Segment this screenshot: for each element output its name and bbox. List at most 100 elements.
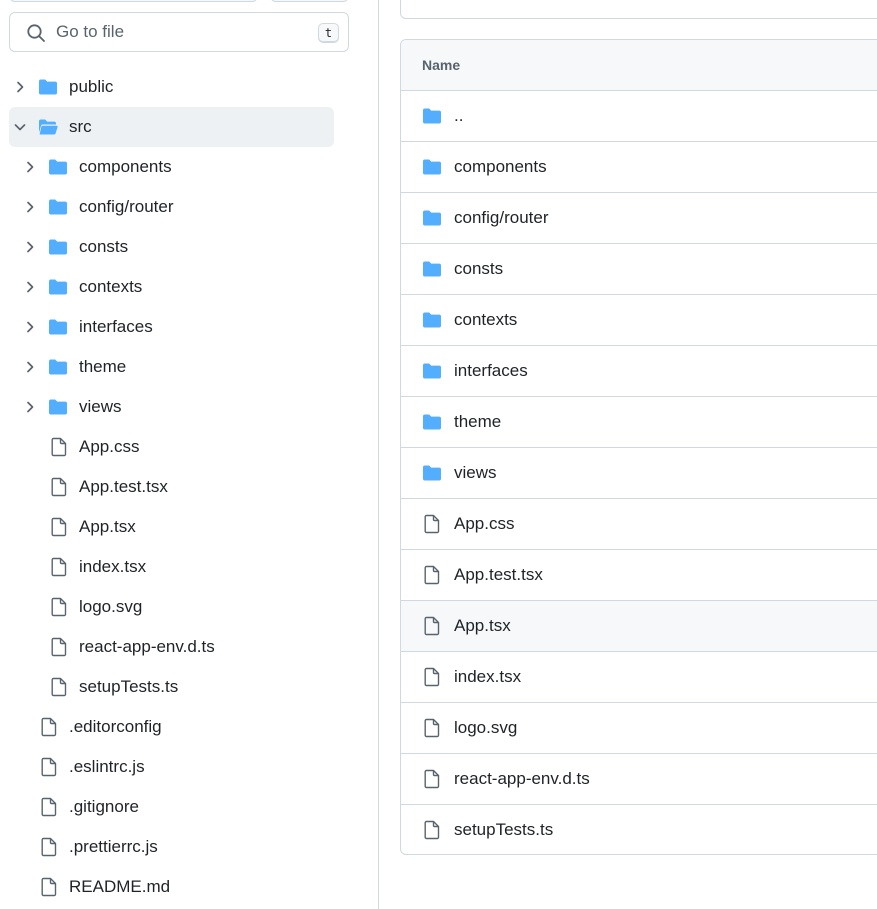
go-to-file-search[interactable]: t — [9, 12, 349, 52]
tree-item[interactable]: config/router — [0, 187, 379, 227]
table-row[interactable]: consts — [401, 244, 877, 295]
tree-item[interactable]: .editorconfig — [0, 707, 379, 747]
tree-item[interactable]: react-app-env.d.ts — [0, 627, 379, 667]
file-name-link[interactable]: config/router — [454, 208, 549, 228]
table-row[interactable]: logo.svg — [401, 703, 877, 754]
file-name-link[interactable]: App.test.tsx — [454, 565, 543, 585]
chevron-down-icon[interactable] — [13, 120, 27, 134]
add-file-button[interactable] — [270, 0, 349, 2]
file-icon — [39, 877, 59, 897]
folder-icon — [48, 277, 68, 297]
file-icon — [39, 837, 59, 857]
file-icon — [422, 769, 442, 789]
table-row[interactable]: views — [401, 448, 877, 499]
go-to-file-input[interactable] — [56, 21, 306, 43]
file-icon — [422, 616, 442, 636]
file-table-header: Name — [401, 40, 877, 91]
chevron-right-icon[interactable] — [13, 80, 27, 94]
table-row[interactable]: contexts — [401, 295, 877, 346]
branch-select-button[interactable] — [9, 0, 258, 2]
chevron-right-icon[interactable] — [23, 280, 37, 294]
file-icon — [422, 718, 442, 738]
tree-item[interactable]: App.tsx — [0, 507, 379, 547]
tree-item-label: interfaces — [79, 317, 153, 336]
folder-icon — [422, 106, 442, 126]
table-row[interactable]: config/router — [401, 193, 877, 244]
file-name-link[interactable]: App.tsx — [454, 616, 511, 636]
folder-icon — [422, 157, 442, 177]
folder-icon — [422, 208, 442, 228]
chevron-right-icon[interactable] — [23, 400, 37, 414]
tree-item-label: logo.svg — [79, 597, 143, 616]
table-row[interactable]: react-app-env.d.ts — [401, 754, 877, 805]
tree-item[interactable]: .eslintrc.js — [0, 747, 379, 787]
chevron-right-icon[interactable] — [23, 160, 37, 174]
tree-item[interactable]: public — [0, 67, 379, 107]
tree-item-label: .editorconfig — [69, 717, 162, 736]
file-name-link[interactable]: interfaces — [454, 361, 528, 381]
table-row[interactable]: interfaces — [401, 346, 877, 397]
tree-item[interactable]: .gitignore — [0, 787, 379, 827]
file-name-link[interactable]: index.tsx — [454, 667, 521, 687]
table-row[interactable]: index.tsx — [401, 652, 877, 703]
tree-item[interactable]: theme — [0, 347, 379, 387]
file-name-link[interactable]: components — [454, 157, 547, 177]
table-row[interactable]: App.tsx — [401, 601, 877, 652]
file-icon — [49, 597, 69, 617]
tree-item[interactable]: views — [0, 387, 379, 427]
folder-icon — [48, 237, 68, 257]
table-row[interactable]: App.test.tsx — [401, 550, 877, 601]
tree-item-label: App.tsx — [79, 517, 136, 536]
file-name-link[interactable]: setupTests.ts — [454, 820, 553, 840]
table-row[interactable]: .. — [401, 91, 877, 142]
tree-item[interactable]: index.tsx — [0, 547, 379, 587]
tree-item[interactable]: contexts — [0, 267, 379, 307]
file-table: Name .. components config/router consts cont… — [400, 39, 877, 855]
tree-item[interactable]: src — [0, 107, 379, 147]
file-icon — [49, 437, 69, 457]
chevron-right-icon[interactable] — [23, 200, 37, 214]
tree-item-label: public — [69, 77, 114, 96]
file-icon — [49, 677, 69, 697]
tree-item-label: theme — [79, 357, 127, 376]
folder-icon — [422, 361, 442, 381]
file-name-link[interactable]: contexts — [454, 310, 517, 330]
table-row[interactable]: setupTests.ts — [401, 805, 877, 854]
tree-item-label: components — [79, 157, 172, 176]
file-icon — [49, 477, 69, 497]
tree-item-label: contexts — [79, 277, 143, 296]
tree-item[interactable]: setupTests.ts — [0, 667, 379, 707]
file-name-link[interactable]: .. — [454, 106, 463, 126]
tree-item[interactable]: .prettierrc.js — [0, 827, 379, 867]
table-row[interactable]: theme — [401, 397, 877, 448]
tree-item[interactable]: interfaces — [0, 307, 379, 347]
tree-item[interactable]: README.md — [0, 867, 379, 907]
file-icon — [39, 797, 59, 817]
chevron-right-icon[interactable] — [23, 320, 37, 334]
file-name-link[interactable]: views — [454, 463, 497, 483]
file-name-link[interactable]: logo.svg — [454, 718, 517, 738]
tree-item[interactable]: logo.svg — [0, 587, 379, 627]
table-row[interactable]: App.css — [401, 499, 877, 550]
chevron-right-icon[interactable] — [23, 240, 37, 254]
file-name-link[interactable]: consts — [454, 259, 503, 279]
tree-item-label: index.tsx — [79, 557, 147, 576]
file-icon — [422, 667, 442, 687]
tree-item-label: App.css — [79, 437, 140, 456]
tree-item-label: config/router — [79, 197, 174, 216]
file-table-body: .. components config/router consts contexts i… — [401, 91, 877, 854]
file-name-link[interactable]: react-app-env.d.ts — [454, 769, 590, 789]
tree-item-label: setupTests.ts — [79, 677, 179, 696]
tree-item-label: consts — [79, 237, 129, 256]
chevron-right-icon[interactable] — [23, 360, 37, 374]
table-row[interactable]: components — [401, 142, 877, 193]
tree-item[interactable]: consts — [0, 227, 379, 267]
tree-item[interactable]: components — [0, 147, 379, 187]
tree-item[interactable]: App.css — [0, 427, 379, 467]
tree-item[interactable]: App.test.tsx — [0, 467, 379, 507]
tree-item-label: src — [69, 117, 92, 136]
file-name-link[interactable]: App.css — [454, 514, 514, 534]
file-name-link[interactable]: theme — [454, 412, 501, 432]
file-icon — [49, 517, 69, 537]
tree-item-label: App.test.tsx — [79, 477, 168, 496]
